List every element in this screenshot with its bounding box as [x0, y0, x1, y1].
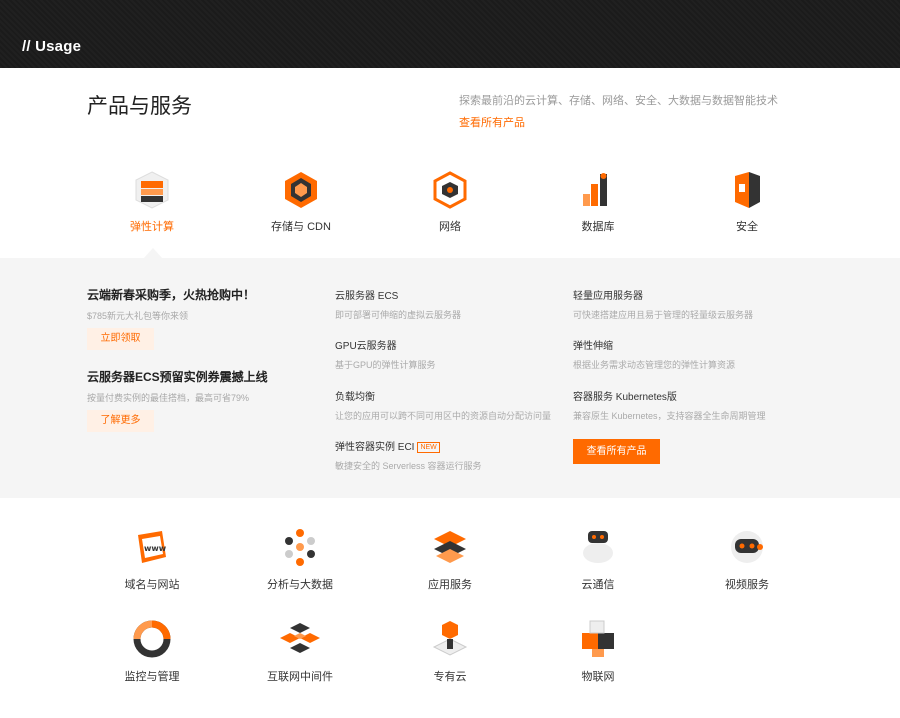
service-label: 视频服务 [725, 579, 769, 591]
usage-label: // Usage [22, 38, 82, 55]
database-icon [578, 170, 618, 210]
product-title: 轻量应用服务器 [573, 291, 643, 302]
service-label: 云通信 [581, 579, 615, 591]
iot-icon [578, 619, 618, 659]
promo-title[interactable]: 云服务器ECS预留实例券震撼上线 [87, 368, 268, 385]
service-label: 域名与网站 [124, 579, 180, 591]
product-title: 负载均衡 [335, 392, 375, 403]
product-title: GPU云服务器 [335, 341, 397, 352]
product-title: 弹性容器实例 ECI NEW [335, 438, 565, 453]
service-label: 分析与大数据 [267, 579, 333, 591]
service-domain-website[interactable]: www 域名与网站 [82, 527, 222, 592]
page-title: 产品与服务 [87, 95, 192, 118]
view-all-products-button[interactable]: 查看所有产品 [573, 439, 660, 464]
promo-subtitle: $785新元大礼包等你来领 [87, 311, 189, 321]
active-tab-pointer [144, 248, 162, 258]
tab-elastic-compute[interactable]: 弹性计算 [92, 170, 212, 234]
tab-label: 安全 [736, 221, 758, 233]
product-desc: 可快速搭建应用且易于管理的轻量级云服务器 [573, 310, 754, 320]
new-badge: NEW [417, 442, 440, 453]
promo-subtitle: 按量付费实例的最佳搭档，最高可省79% [87, 393, 250, 403]
product-gpu[interactable]: GPU云服务器 基于GPU的弹性计算服务 [335, 337, 565, 371]
product-title-text: 弹性容器实例 ECI [335, 442, 415, 453]
product-ecs[interactable]: 云服务器 ECS 即可部署可伸缩的虚拟云服务器 [335, 287, 565, 321]
product-auto-scaling[interactable]: 弹性伸缩 根据业务需求动态管理您的弹性计算资源 [573, 337, 803, 371]
tab-storage-cdn[interactable]: 存储与 CDN [241, 170, 361, 234]
tab-label: 弹性计算 [130, 221, 174, 233]
service-middleware[interactable]: 互联网中间件 [230, 619, 370, 684]
service-video[interactable]: 视频服务 [677, 527, 817, 592]
product-slb[interactable]: 负载均衡 让您的应用可以跨不同可用区中的资源自动分配访问量 [335, 388, 565, 422]
www-domain-icon: www [132, 527, 172, 567]
product-desc: 即可部署可伸缩的虚拟云服务器 [335, 310, 462, 320]
service-cloud-communication[interactable]: 云通信 [528, 527, 668, 592]
service-label: 物联网 [581, 671, 615, 683]
tab-network[interactable]: 网络 [390, 170, 510, 234]
claim-now-button[interactable]: 立即领取 [87, 328, 154, 350]
monitoring-icon [132, 619, 172, 659]
tab-label: 网络 [439, 221, 461, 233]
service-iot[interactable]: 物联网 [528, 619, 668, 684]
product-eci[interactable]: 弹性容器实例 ECI NEW 敏捷安全的 Serverless 容器运行服务 [335, 438, 565, 472]
storage-cdn-icon [281, 170, 321, 210]
private-cloud-icon [430, 619, 470, 659]
tab-security[interactable]: 安全 [687, 170, 807, 234]
svg-text:www: www [144, 544, 167, 553]
product-desc: 让您的应用可以跨不同可用区中的资源自动分配访问量 [335, 411, 552, 421]
promo-title[interactable]: 云端新春采购季，火热抢购中！ [87, 286, 255, 303]
service-private-cloud[interactable]: 专有云 [380, 619, 520, 684]
tab-label: 数据库 [581, 221, 615, 233]
tab-label: 存储与 CDN [271, 221, 331, 233]
view-all-products-link[interactable]: 查看所有产品 [459, 114, 525, 130]
top-banner: // Usage [0, 0, 900, 68]
product-title: 云服务器 ECS [335, 291, 399, 302]
service-app[interactable]: 应用服务 [380, 527, 520, 592]
elastic-compute-icon [132, 170, 172, 210]
product-desc: 基于GPU的弹性计算服务 [335, 360, 436, 370]
learn-more-button[interactable]: 了解更多 [87, 410, 154, 432]
network-icon [430, 170, 470, 210]
service-label: 专有云 [433, 671, 467, 683]
video-service-icon [727, 527, 767, 567]
product-desc: 兼容原生 Kubernetes，支持容器全生命周期管理 [573, 411, 766, 421]
service-label: 互联网中间件 [267, 671, 333, 683]
app-service-icon [430, 527, 470, 567]
product-desc: 敏捷安全的 Serverless 容器运行服务 [335, 461, 482, 471]
cloud-communication-icon [578, 527, 618, 567]
product-lightweight-server[interactable]: 轻量应用服务器 可快速搭建应用且易于管理的轻量级云服务器 [573, 287, 803, 321]
product-title: 弹性伸缩 [573, 341, 613, 352]
analytics-bigdata-icon [280, 527, 320, 567]
product-kubernetes[interactable]: 容器服务 Kubernetes版 兼容原生 Kubernetes，支持容器全生命… [573, 388, 803, 422]
service-monitoring[interactable]: 监控与管理 [82, 619, 222, 684]
product-title: 容器服务 Kubernetes版 [573, 392, 677, 403]
header-description: 探索最前沿的云计算、存储、网络、安全、大数据与数据智能技术 [459, 95, 778, 107]
product-desc: 根据业务需求动态管理您的弹性计算资源 [573, 360, 736, 370]
security-icon [727, 170, 767, 210]
tab-database[interactable]: 数据库 [538, 170, 658, 234]
middleware-icon [280, 619, 320, 659]
service-analytics[interactable]: 分析与大数据 [230, 527, 370, 592]
service-label: 监控与管理 [124, 671, 180, 683]
service-label: 应用服务 [428, 579, 472, 591]
